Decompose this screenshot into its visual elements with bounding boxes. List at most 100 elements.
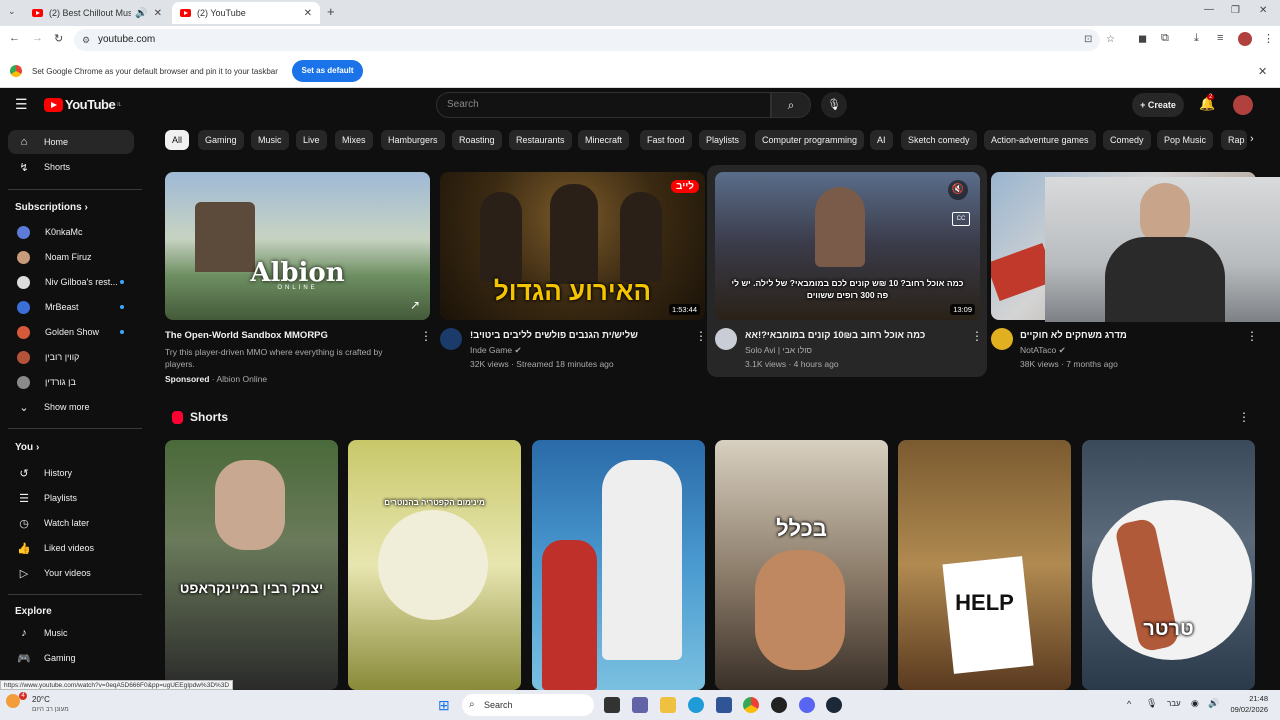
channel-name[interactable]: Inde Game ✔ (470, 345, 522, 356)
subscriptions-heading[interactable]: Subscriptions › (15, 202, 88, 213)
sidebar-item-music[interactable]: ♪ Music (8, 621, 134, 645)
hamburger-menu-icon[interactable]: ☰ (15, 96, 28, 113)
weather-icon[interactable] (6, 694, 20, 708)
chip[interactable]: Pop Music (1157, 130, 1214, 150)
video-title[interactable]: מדרג משחקים לא חוקיים (1020, 330, 1240, 341)
sidebar-item-liked-videos[interactable]: 👍 Liked videos (8, 536, 134, 560)
chip[interactable]: Minecraft (578, 130, 630, 150)
short-card[interactable]: טרטר (1082, 440, 1255, 690)
bookmark-star-icon[interactable]: ☆ (1106, 29, 1115, 51)
media-controls-icon[interactable]: ≡ (1217, 32, 1223, 44)
sidebar-item-subscription[interactable]: Golden Show (8, 320, 134, 344)
chip[interactable]: Rap (1221, 130, 1247, 150)
discord-icon[interactable] (799, 697, 815, 713)
you-heading[interactable]: You › (15, 442, 39, 453)
new-tab-icon[interactable]: + (327, 4, 335, 19)
sidebar-item-history[interactable]: ↺ History (8, 461, 134, 485)
restore-icon[interactable]: ❐ (1231, 5, 1240, 16)
video-thumbnail[interactable]: כמה אוכל רחוב? 10 ₪ש קונים לכם במומבאי? … (715, 172, 980, 320)
video-title[interactable]: The Open-World Sandbox MMORPG (165, 330, 415, 341)
chip[interactable]: Sketch comedy (901, 130, 977, 150)
tray-overflow-icon[interactable]: ^ (1127, 699, 1131, 709)
windows-start-icon[interactable]: ⊞ (438, 697, 450, 714)
short-card[interactable]: HELP (898, 440, 1071, 690)
extension-icon[interactable]: ◼ (1138, 32, 1147, 45)
chip[interactable]: Fast food (640, 130, 692, 150)
sidebar-item-shorts[interactable]: ↯ Shorts (8, 155, 134, 179)
clock-time[interactable]: 21:48 (1228, 694, 1268, 703)
video-thumbnail[interactable]: האירוע הגדול לייב 1:53:44 (440, 172, 705, 320)
mute-icon[interactable]: 🔇 (948, 180, 968, 200)
tab-close-icon[interactable]: ✕ (304, 8, 312, 19)
more-options-icon[interactable]: ⋮ (971, 329, 983, 343)
sidebar-item-gaming[interactable]: 🎮 Gaming (8, 646, 134, 670)
more-options-icon[interactable]: ⋮ (420, 329, 432, 343)
taskbar-search[interactable]: ⌕ Search (462, 694, 594, 716)
sidebar-item-watch-later[interactable]: ◷ Watch later (8, 511, 134, 535)
chrome-taskbar-icon[interactable] (743, 697, 759, 713)
obs-icon[interactable] (771, 697, 787, 713)
tab-close-icon[interactable]: ✕ (154, 8, 162, 19)
steam-icon[interactable] (826, 697, 842, 713)
youtube-logo[interactable]: YouTube IL (44, 97, 121, 112)
tab-youtube[interactable]: (2) YouTube ✕ (172, 2, 320, 24)
short-card[interactable]: מינימום הקפטריה בהנוטרים (348, 440, 521, 690)
chip-scroll-right-icon[interactable]: › (1250, 133, 1254, 145)
shelf-more-options-icon[interactable]: ⋮ (1238, 410, 1250, 424)
volume-icon[interactable]: 🔊 (1208, 698, 1219, 709)
chip[interactable]: Mixes (335, 130, 373, 150)
channel-name[interactable]: Albion Online (217, 374, 268, 384)
chip[interactable]: Hamburgers (381, 130, 445, 150)
chip[interactable]: Restaurants (509, 130, 572, 150)
chip[interactable]: Computer programming (755, 130, 865, 150)
chip[interactable]: Gaming (198, 130, 244, 150)
more-options-icon[interactable]: ⋮ (695, 329, 707, 343)
set-as-default-button[interactable]: Set as default (292, 60, 363, 82)
channel-avatar[interactable] (991, 328, 1013, 350)
tab-search-icon[interactable]: ⌄ (8, 6, 16, 17)
short-card[interactable] (532, 440, 705, 690)
address-bar[interactable]: ⚙ youtube.com ⊡ ☆ (74, 29, 1115, 51)
chip[interactable]: Roasting (452, 130, 502, 150)
more-options-icon[interactable]: ⋮ (1246, 329, 1258, 343)
sidebar-item-subscription[interactable]: Niv Gilboa's rest... (8, 270, 134, 294)
sidebar-item-subscription[interactable]: בן גורדין (8, 370, 134, 394)
chip[interactable]: All (165, 130, 190, 150)
chip[interactable]: Comedy (1103, 130, 1151, 150)
chip[interactable]: Playlists (699, 130, 747, 150)
reload-icon[interactable]: ↻ (54, 32, 63, 45)
clock-date[interactable]: 09/02/2026 (1222, 705, 1268, 714)
tab-chillout-music[interactable]: (2) Best Chillout Music 🎵 🔊 ✕ (24, 2, 170, 24)
sidebar-item-subscription[interactable]: Noam Firuz (8, 245, 134, 269)
chip[interactable]: Live (296, 130, 327, 150)
sidebar-item-subscription[interactable]: K0nkaMc (8, 220, 134, 244)
external-link-icon[interactable]: ↗ (410, 298, 420, 312)
language-indicator[interactable]: עבר (1167, 699, 1181, 708)
sidebar-item-your-videos[interactable]: ▷ Your videos (8, 561, 134, 585)
short-card[interactable]: בכלל (715, 440, 888, 690)
profile-avatar[interactable] (1238, 32, 1252, 46)
back-icon[interactable]: ← (9, 32, 20, 44)
search-input[interactable]: Search (436, 92, 771, 118)
forward-icon[interactable]: → (32, 32, 43, 44)
channel-name[interactable]: Solo Avi | סולו אבי (745, 345, 812, 355)
channel-avatar[interactable] (440, 328, 462, 350)
window-close-icon[interactable]: ✕ (1259, 5, 1267, 16)
site-info-icon[interactable]: ⚙ (82, 29, 90, 51)
channel-avatar[interactable] (715, 328, 737, 350)
task-view-icon[interactable] (604, 697, 620, 713)
show-more-button[interactable]: ⌄ Show more (8, 395, 134, 419)
account-avatar[interactable] (1233, 95, 1253, 115)
network-icon[interactable]: ◉ (1191, 698, 1199, 709)
sidebar-item-subscription[interactable]: MrBeast (8, 295, 134, 319)
chrome-menu-icon[interactable]: ⋮ (1263, 32, 1274, 45)
sidebar-item-home[interactable]: ⌂ Home (8, 130, 134, 154)
chip[interactable]: Action-adventure games (984, 130, 1096, 150)
video-title[interactable]: !שליש/ית הגנבים פולשים לליבים ביטויב (470, 330, 690, 341)
chip[interactable]: Music (251, 130, 289, 150)
minimize-icon[interactable]: — (1204, 4, 1214, 15)
extensions-puzzle-icon[interactable]: ⧉ (1161, 32, 1169, 45)
voice-search-button[interactable]: 🎙 (821, 92, 847, 118)
captions-icon[interactable]: CC (952, 212, 970, 226)
channel-name[interactable]: NotATaco ✔ (1020, 345, 1066, 356)
